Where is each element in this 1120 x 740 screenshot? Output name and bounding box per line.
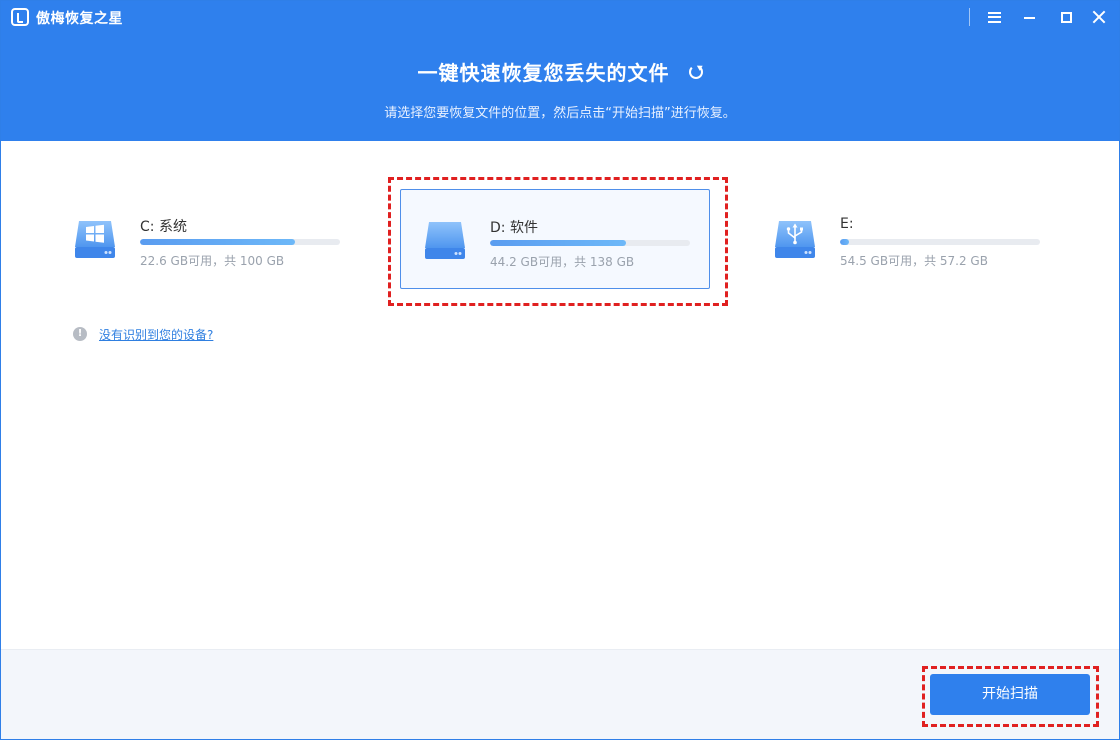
- drive-card-c[interactable]: C: 系统 22.6 GB可用，共 100 GB: [51, 189, 361, 289]
- drive-size: 54.5 GB可用，共 57.2 GB: [840, 254, 988, 268]
- titlebar-divider: [969, 8, 970, 26]
- drive-usage-bar: [840, 239, 1040, 245]
- maximize-icon: [1060, 11, 1072, 23]
- drive-name: E:: [840, 216, 854, 232]
- headline-row: 一键快速恢复您丢失的文件: [1, 57, 1119, 86]
- minimize-button[interactable]: [1016, 5, 1042, 29]
- drive-card-e[interactable]: E: 54.5 GB可用，共 57.2 GB: [751, 189, 1061, 289]
- start-scan-button[interactable]: 开始扫描: [930, 674, 1090, 715]
- usb-drive-icon: [775, 221, 815, 258]
- menu-icon: [987, 11, 1001, 23]
- windows-drive-icon: [75, 221, 115, 258]
- menu-button[interactable]: [981, 5, 1007, 29]
- info-icon: !: [73, 327, 87, 341]
- title-bar: 傲梅恢复之星: [1, 1, 1119, 33]
- drive-name: C: 系统: [140, 219, 187, 235]
- device-not-found-link[interactable]: 没有识别到您的设备?: [99, 326, 213, 343]
- app-title: 傲梅恢复之星: [36, 11, 123, 27]
- minimize-icon: [1023, 17, 1035, 19]
- page-subtitle: 请选择您要恢复文件的位置，然后点击“开始扫描”进行恢复。: [384, 106, 736, 121]
- drive-usage-fill: [140, 239, 295, 245]
- refresh-icon[interactable]: [688, 64, 703, 79]
- close-icon: [1092, 10, 1106, 24]
- header: 傲梅恢复之星 一键快速恢复您丢失的文件 请选择您要恢复文件的位置，然后点击“开始…: [1, 1, 1119, 141]
- app-window: 傲梅恢复之星 一键快速恢复您丢失的文件 请选择您要恢复文件的位置，然后点击“开始…: [0, 0, 1120, 740]
- drive-usage-fill: [840, 239, 850, 245]
- drive-size: 22.6 GB可用，共 100 GB: [140, 254, 285, 268]
- app-logo-icon: [11, 8, 29, 26]
- maximize-button[interactable]: [1053, 5, 1079, 29]
- page-title: 一键快速恢复您丢失的文件: [417, 61, 670, 85]
- close-button[interactable]: [1086, 5, 1112, 29]
- drive-usage-bar: [140, 239, 340, 245]
- highlight-box-drive: [388, 177, 728, 306]
